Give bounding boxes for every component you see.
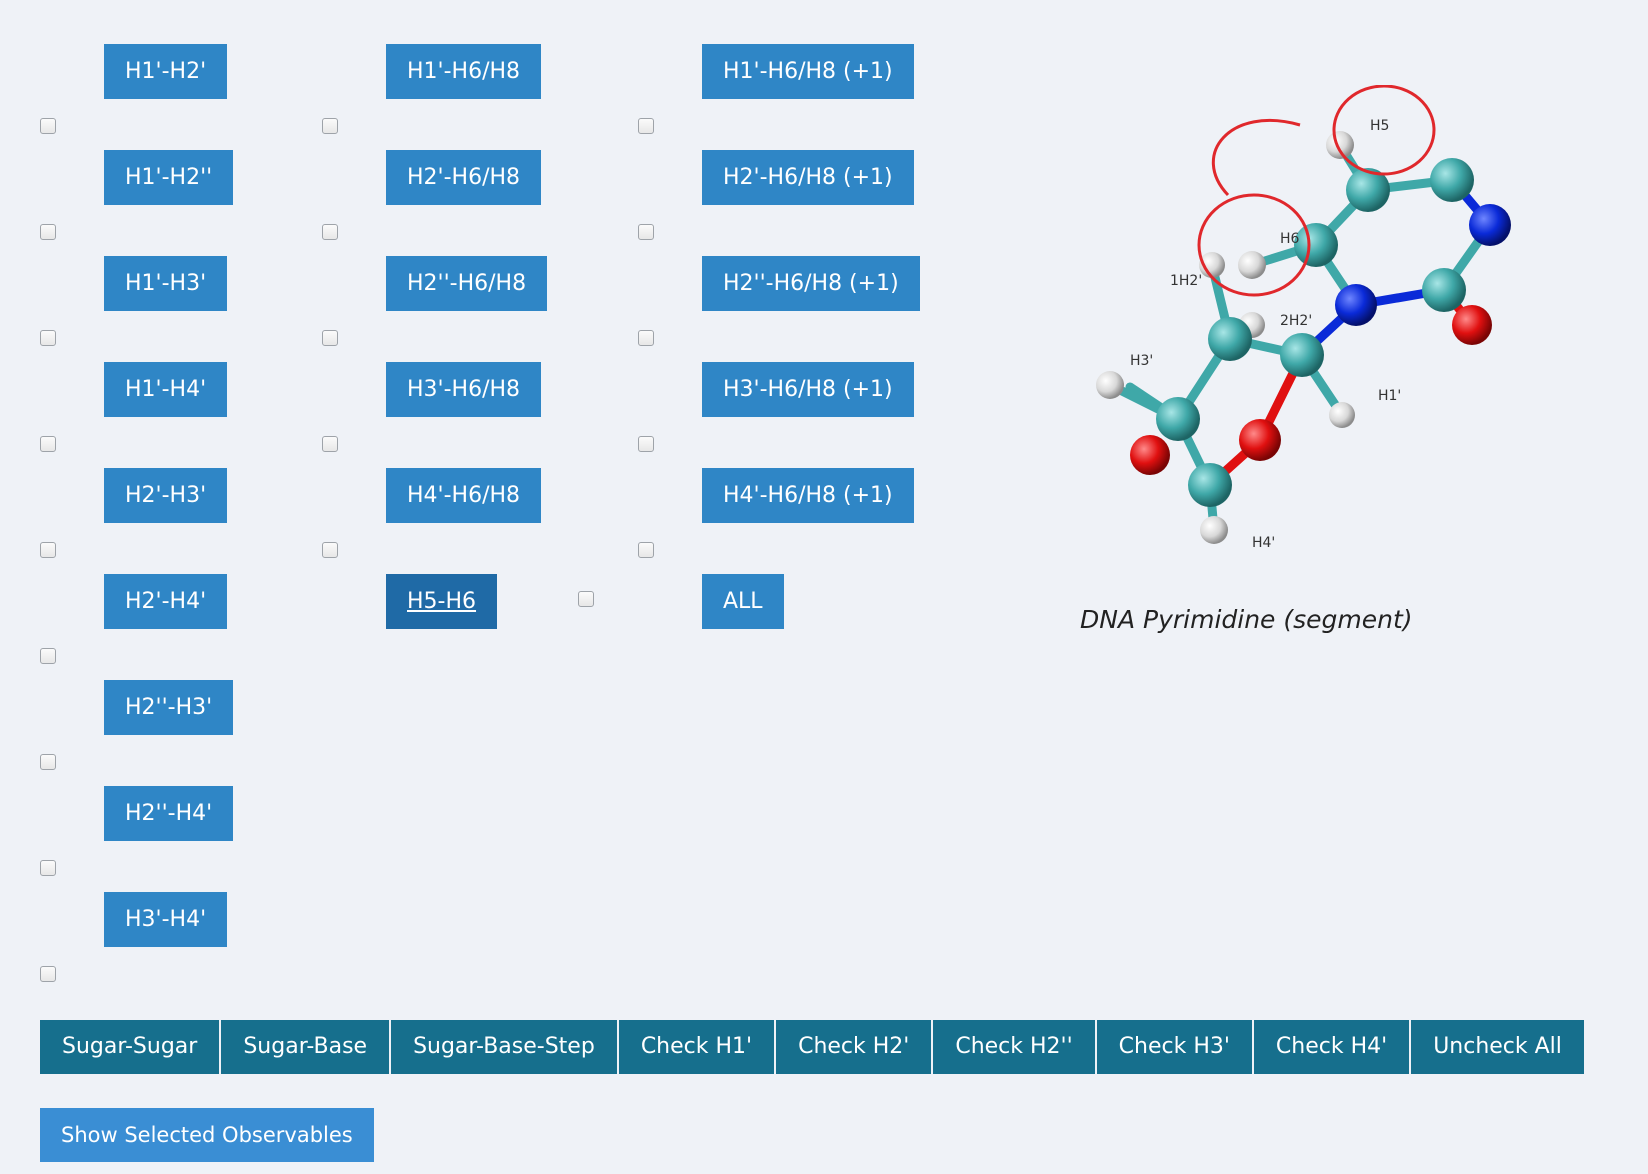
obs-checkbox-h2-h3[interactable]	[40, 542, 56, 558]
check-h2-button[interactable]: Check H2'	[776, 1020, 932, 1074]
dna-pyrimidine-figure: H5 H6 1H2' 2H2' H3' H1' H4'	[1080, 84, 1560, 569]
obs-checkbox-h3-h6h8-plus1[interactable]	[638, 436, 654, 452]
obs-checkbox-h1-h2[interactable]	[40, 118, 56, 134]
obs-button-h1-h3[interactable]: H1'-H3'	[104, 256, 228, 311]
obs-checkbox-h2pp-h6h8-plus1[interactable]	[638, 330, 654, 346]
obs-button-h3-h4[interactable]: H3'-H4'	[104, 892, 228, 947]
obs-button-h4-h6h8-plus1[interactable]: H4'-H6/H8 (+1)	[702, 468, 914, 523]
obs-checkbox-h1-h6h8[interactable]	[322, 118, 338, 134]
obs-button-h3-h6h8[interactable]: H3'-H6/H8	[386, 362, 542, 417]
obs-checkbox-h3-h6h8[interactable]	[322, 436, 338, 452]
obs-button-h1-h2[interactable]: H1'-H2'	[104, 44, 228, 99]
obs-checkbox-h2-h4[interactable]	[40, 648, 56, 664]
obs-button-h2-h4[interactable]: H2'-H4'	[104, 574, 228, 629]
obs-button-h1-h4[interactable]: H1'-H4'	[104, 362, 228, 417]
check-h2pp-button[interactable]: Check H2''	[933, 1020, 1095, 1074]
obs-button-h2-h6h8-plus1[interactable]: H2'-H6/H8 (+1)	[702, 150, 914, 205]
label-h4: H4'	[1252, 535, 1275, 551]
obs-button-h2-h3[interactable]: H2'-H3'	[104, 468, 228, 523]
obs-button-h1-h2pp[interactable]: H1'-H2''	[104, 150, 234, 205]
group-toolbar: Sugar-Sugar Sugar-Base Sugar-Base-Step C…	[40, 1020, 1586, 1074]
obs-checkbox-h2pp-h4[interactable]	[40, 860, 56, 876]
obs-checkbox-h5-h6[interactable]	[578, 591, 594, 607]
sugar-base-button[interactable]: Sugar-Base	[221, 1020, 390, 1074]
check-h4-button[interactable]: Check H4'	[1253, 1020, 1410, 1074]
obs-checkbox-h2-h6h8[interactable]	[322, 224, 338, 240]
obs-checkbox-h2-h6h8-plus1[interactable]	[638, 224, 654, 240]
obs-button-h1-h6h8[interactable]: H1'-H6/H8	[386, 44, 542, 99]
label-h6: H6	[1280, 231, 1300, 247]
molecule-diagram: H5 H6 1H2' 2H2' H3' H1' H4'	[1096, 84, 1511, 551]
label-h5: H5	[1370, 118, 1389, 134]
obs-checkbox-h2pp-h3[interactable]	[40, 754, 56, 770]
obs-button-h2pp-h6h8[interactable]: H2''-H6/H8	[386, 256, 548, 311]
label-h1: H1'	[1378, 388, 1401, 404]
sugar-sugar-button[interactable]: Sugar-Sugar	[40, 1020, 220, 1074]
obs-checkbox-h1-h4[interactable]	[40, 436, 56, 452]
obs-checkbox-h1-h6h8-plus1[interactable]	[638, 118, 654, 134]
obs-checkbox-h1-h3[interactable]	[40, 330, 56, 346]
check-h3-button[interactable]: Check H3'	[1096, 1020, 1252, 1074]
obs-button-h2pp-h3[interactable]: H2''-H3'	[104, 680, 234, 735]
obs-button-h5-h6[interactable]: H5-H6	[386, 574, 498, 629]
uncheck-all-button[interactable]: Uncheck All	[1411, 1020, 1584, 1074]
obs-button-h1-h6h8-plus1[interactable]: H1'-H6/H8 (+1)	[702, 44, 914, 99]
obs-button-h4-h6h8[interactable]: H4'-H6/H8	[386, 468, 542, 523]
obs-button-h2-h6h8[interactable]: H2'-H6/H8	[386, 150, 542, 205]
check-h1-button[interactable]: Check H1'	[618, 1020, 775, 1074]
label-1h2: 1H2'	[1170, 273, 1202, 289]
sugar-base-step-button[interactable]: Sugar-Base-Step	[391, 1020, 617, 1074]
show-selected-observables-button[interactable]: Show Selected Observables	[40, 1108, 374, 1162]
figure-caption: DNA Pyrimidine (segment)	[1080, 605, 1413, 634]
obs-checkbox-h3-h4[interactable]	[40, 966, 56, 982]
obs-checkbox-h4-h6h8[interactable]	[322, 542, 338, 558]
obs-button-h2pp-h6h8-plus1[interactable]: H2''-H6/H8 (+1)	[702, 256, 920, 311]
obs-checkbox-h4-h6h8-plus1[interactable]	[638, 542, 654, 558]
obs-button-h3-h6h8-plus1[interactable]: H3'-H6/H8 (+1)	[702, 362, 914, 417]
obs-button-h2pp-h4[interactable]: H2''-H4'	[104, 786, 234, 841]
obs-checkbox-h2pp-h6h8[interactable]	[322, 330, 338, 346]
obs-checkbox-h1-h2pp[interactable]	[40, 224, 56, 240]
atoms	[1096, 131, 1511, 544]
label-2h2: 2H2'	[1280, 313, 1312, 329]
obs-button-all[interactable]: ALL	[702, 574, 784, 629]
label-h3: H3'	[1130, 353, 1153, 369]
